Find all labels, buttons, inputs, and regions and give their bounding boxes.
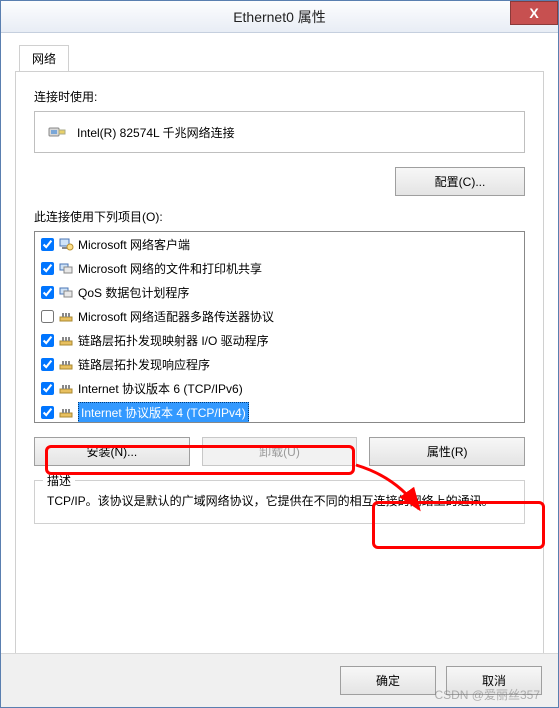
list-item[interactable]: Internet 协议版本 4 (TCP/IPv4): [35, 400, 524, 423]
item-label: Microsoft 网络的文件和打印机共享: [78, 260, 262, 277]
tab-content: 连接时使用: Intel(R) 82574L 千兆网络连接 配置(C)... 此…: [16, 71, 543, 540]
item-checkbox[interactable]: [41, 382, 54, 395]
ok-button[interactable]: 确定: [340, 666, 436, 695]
item-checkbox[interactable]: [41, 358, 54, 371]
close-button[interactable]: X: [510, 1, 558, 25]
adapter-box: Intel(R) 82574L 千兆网络连接: [34, 111, 525, 153]
close-icon: X: [529, 5, 538, 21]
window-title: Ethernet0 属性: [233, 7, 326, 27]
protocol-icon: [58, 356, 74, 372]
items-label: 此连接使用下列项目(O):: [34, 208, 525, 225]
list-item[interactable]: Microsoft 网络的文件和打印机共享: [35, 256, 524, 280]
item-label: Microsoft 网络客户端: [78, 236, 190, 253]
cancel-button[interactable]: 取消: [446, 666, 542, 695]
connect-using-label: 连接时使用:: [34, 88, 525, 105]
dialog-body: 网络 连接时使用: Intel(R) 82574L 千兆网络连接 配置(C)..…: [1, 33, 558, 679]
dialog-footer: 确定 取消: [1, 653, 558, 707]
service-icon: [58, 260, 74, 276]
item-checkbox[interactable]: [41, 334, 54, 347]
properties-dialog: Ethernet0 属性 X 网络 连接时使用: In: [0, 0, 559, 708]
item-checkbox[interactable]: [41, 406, 54, 419]
inner-panel: 连接时使用: Intel(R) 82574L 千兆网络连接 配置(C)... 此…: [15, 71, 544, 679]
item-label: Microsoft 网络适配器多路传送器协议: [78, 308, 274, 325]
network-adapter-icon: [47, 122, 67, 142]
protocol-icon: [58, 308, 74, 324]
connection-items-list[interactable]: Microsoft 网络客户端 Microsoft 网络的文件和打印机共享 QoS …: [34, 231, 525, 423]
description-group: 描述 TCP/IP。该协议是默认的广域网络协议，它提供在不同的相互连接的网络上的…: [34, 480, 525, 524]
protocol-icon: [58, 404, 74, 420]
item-label: 链路层拓扑发现响应程序: [78, 356, 210, 373]
install-button[interactable]: 安装(N)...: [34, 437, 190, 466]
item-label: Internet 协议版本 4 (TCP/IPv4): [78, 402, 249, 423]
protocol-icon: [58, 380, 74, 396]
item-buttons-row: 安装(N)... 卸载(U) 属性(R): [34, 437, 525, 466]
list-item[interactable]: QoS 数据包计划程序: [35, 280, 524, 304]
list-item[interactable]: 链路层拓扑发现映射器 I/O 驱动程序: [35, 328, 524, 352]
item-label: Internet 协议版本 6 (TCP/IPv6): [78, 380, 243, 397]
list-item[interactable]: Internet 协议版本 6 (TCP/IPv6): [35, 376, 524, 400]
item-label: 链路层拓扑发现映射器 I/O 驱动程序: [78, 332, 269, 349]
item-label: QoS 数据包计划程序: [78, 284, 189, 301]
client-icon: [58, 236, 74, 252]
item-checkbox[interactable]: [41, 286, 54, 299]
list-item[interactable]: Microsoft 网络适配器多路传送器协议: [35, 304, 524, 328]
item-checkbox[interactable]: [41, 310, 54, 323]
list-item[interactable]: 链路层拓扑发现响应程序: [35, 352, 524, 376]
uninstall-button: 卸载(U): [202, 437, 358, 466]
service-icon: [58, 284, 74, 300]
properties-button[interactable]: 属性(R): [369, 437, 525, 466]
tab-network[interactable]: 网络: [19, 45, 69, 72]
configure-button[interactable]: 配置(C)...: [395, 167, 525, 196]
list-item[interactable]: Microsoft 网络客户端: [35, 232, 524, 256]
adapter-name: Intel(R) 82574L 千兆网络连接: [77, 124, 235, 141]
item-checkbox[interactable]: [41, 238, 54, 251]
description-legend: 描述: [43, 472, 75, 489]
item-checkbox[interactable]: [41, 262, 54, 275]
description-text: TCP/IP。该协议是默认的广域网络协议，它提供在不同的相互连接的网络上的通讯。: [47, 491, 512, 511]
tab-strip: 网络: [15, 44, 544, 71]
titlebar: Ethernet0 属性 X: [1, 1, 558, 33]
protocol-icon: [58, 332, 74, 348]
